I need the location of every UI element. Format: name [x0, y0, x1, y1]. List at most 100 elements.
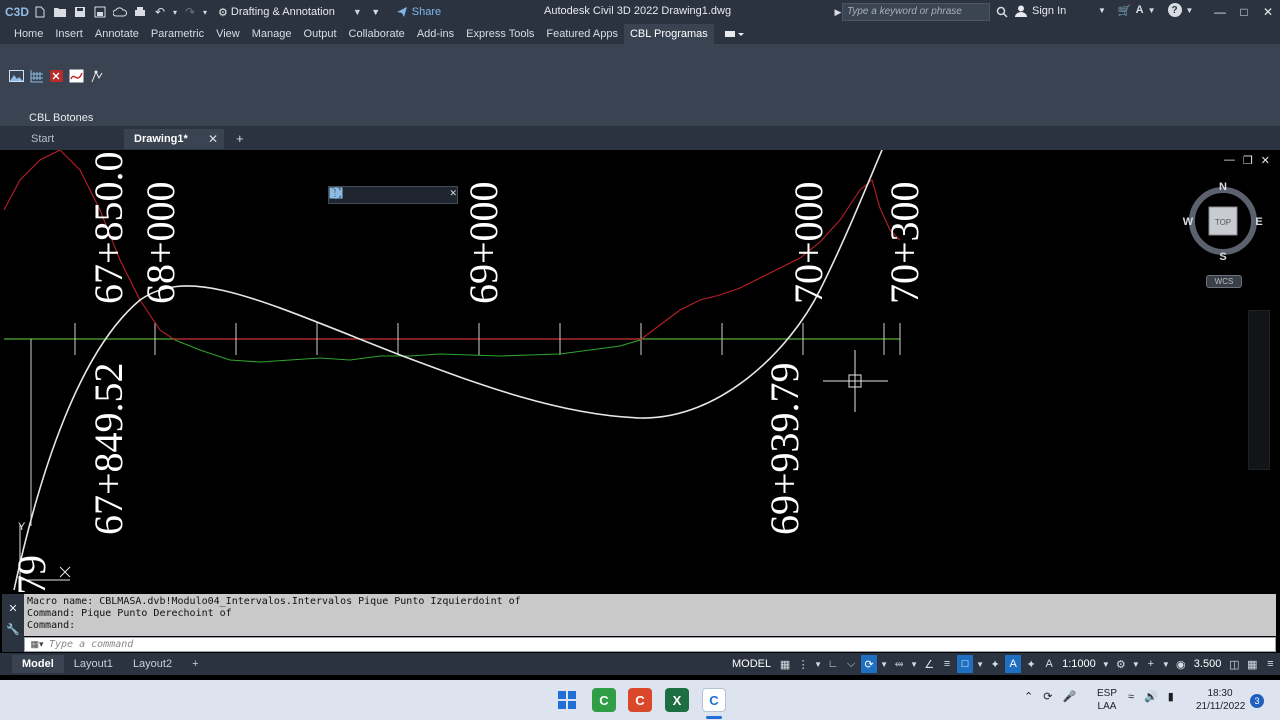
- redo-dropdown-icon[interactable]: ▾: [200, 2, 210, 22]
- add-scale-icon[interactable]: +: [1143, 655, 1159, 673]
- isolate-icon[interactable]: ◉: [1173, 655, 1189, 673]
- camtasia-red-icon[interactable]: C: [628, 688, 652, 712]
- snap-icon[interactable]: ⋮: [795, 655, 811, 673]
- volume-icon[interactable]: 🔊: [1144, 690, 1158, 703]
- open-folder-icon[interactable]: [50, 2, 70, 22]
- cloud-open-icon[interactable]: [110, 2, 130, 22]
- tab-layout2[interactable]: Layout2: [123, 655, 182, 673]
- excel-red-icon[interactable]: [48, 68, 64, 84]
- minimize-icon[interactable]: —: [1208, 0, 1232, 24]
- clean-screen-icon[interactable]: ▦: [1244, 655, 1260, 673]
- help-icon[interactable]: ?: [1167, 3, 1182, 17]
- help-dropdown-icon[interactable]: ▼: [1186, 6, 1194, 15]
- dynamic-input-icon[interactable]: ⌵: [843, 655, 859, 673]
- toolbar-target-icon[interactable]: [330, 187, 447, 202]
- search-icon[interactable]: [994, 3, 1010, 21]
- close-tab-icon[interactable]: ✕: [208, 132, 218, 146]
- wifi-icon[interactable]: ≈: [1128, 691, 1134, 703]
- annotation-scale-value[interactable]: 1:1000: [1059, 658, 1099, 670]
- viewport-restore-icon[interactable]: ❐: [1243, 154, 1253, 167]
- tab-insert[interactable]: Insert: [49, 24, 89, 44]
- annotation-visibility-icon[interactable]: A: [1005, 655, 1022, 673]
- tab-model[interactable]: Model: [12, 655, 64, 673]
- toolbar-bar-icon[interactable]: [331, 188, 414, 202]
- lineweight-icon[interactable]: ≡: [939, 655, 955, 673]
- sign-in-button[interactable]: Sign In: [1014, 4, 1066, 18]
- new-tab-plus-icon[interactable]: +: [236, 131, 244, 146]
- polar-dropdown-icon[interactable]: ▼: [879, 655, 889, 673]
- language-indicator[interactable]: ESP LAA: [1096, 687, 1118, 713]
- tab-parametric[interactable]: Parametric: [145, 24, 210, 44]
- compass-north[interactable]: N: [1219, 181, 1227, 193]
- wcs-dropdown[interactable]: WCS: [1206, 275, 1242, 288]
- grid-chart-icon[interactable]: [28, 68, 44, 84]
- toolbar-close-icon[interactable]: ✕: [449, 188, 457, 202]
- command-close-icon[interactable]: ✕: [8, 602, 17, 615]
- object-snap-tracking-icon[interactable]: ∠: [921, 655, 937, 673]
- tab-collaborate[interactable]: Collaborate: [343, 24, 411, 44]
- drawing-canvas[interactable]: Y 67+850.00 68+000 69+000 70+000 70+300 …: [0, 150, 1280, 592]
- graphics-performance-icon[interactable]: ◫: [1226, 655, 1242, 673]
- tab-drawing1[interactable]: Drawing1* ✕: [124, 129, 224, 149]
- undo-dropdown-icon[interactable]: ▾: [170, 2, 180, 22]
- windows-start-icon[interactable]: [555, 688, 579, 712]
- navigation-bar[interactable]: [1248, 310, 1270, 470]
- tab-home[interactable]: Home: [8, 24, 49, 44]
- workspace-switcher[interactable]: ⚙ Drafting & Annotation ▼: [214, 3, 366, 21]
- clock[interactable]: 18:30 21/11/2022: [1196, 687, 1245, 713]
- isodraft-icon[interactable]: ⥈: [891, 655, 907, 673]
- save-icon[interactable]: [70, 2, 90, 22]
- sync-icon[interactable]: ⟳: [1043, 690, 1052, 703]
- camtasia-green-icon[interactable]: C: [592, 688, 616, 712]
- app-logo[interactable]: C3D: [4, 2, 30, 22]
- redo-icon[interactable]: ↷: [180, 2, 200, 22]
- a360-dropdown-icon[interactable]: ▼: [1148, 6, 1156, 15]
- add-layout-icon[interactable]: +: [182, 655, 208, 673]
- annotation-scale-icon[interactable]: A: [1041, 655, 1057, 673]
- excel-icon[interactable]: X: [665, 688, 689, 712]
- infer-constraints-icon[interactable]: ∟: [825, 655, 841, 673]
- osnap-dropdown-icon[interactable]: ▼: [975, 655, 985, 673]
- units-dropdown-icon[interactable]: ▼: [1161, 655, 1171, 673]
- microphone-icon[interactable]: 🎤: [1062, 690, 1076, 703]
- notification-badge[interactable]: 3: [1250, 694, 1264, 708]
- annotation-autoscale-icon[interactable]: ✦: [1023, 655, 1039, 673]
- undo-icon[interactable]: ↶: [150, 2, 170, 22]
- viewport-close-icon[interactable]: ✕: [1261, 154, 1270, 167]
- customize-statusbar-icon[interactable]: ≡: [1262, 655, 1278, 673]
- curve-chart-icon[interactable]: [68, 68, 84, 84]
- decimal-value[interactable]: 3.500: [1191, 658, 1225, 670]
- isodraft-dropdown-icon[interactable]: ▼: [909, 655, 919, 673]
- tab-layout1[interactable]: Layout1: [64, 655, 123, 673]
- transparency-icon[interactable]: ✦: [987, 655, 1003, 673]
- toolbar-interval-icon[interactable]: [330, 188, 380, 202]
- close-icon[interactable]: ✕: [1256, 0, 1280, 24]
- toolbar-pick-icon[interactable]: [331, 188, 397, 202]
- gear-dropdown-icon[interactable]: ▼: [1131, 655, 1141, 673]
- model-space-toggle[interactable]: MODEL: [728, 658, 775, 670]
- civil3d-taskbar-icon[interactable]: C: [702, 688, 726, 712]
- command-customize-icon[interactable]: 🔧: [6, 623, 20, 636]
- tab-start[interactable]: Start: [0, 129, 122, 149]
- polar-tracking-icon[interactable]: ⟳: [861, 655, 878, 673]
- tab-featured-apps[interactable]: Featured Apps: [540, 24, 624, 44]
- tab-annotate[interactable]: Annotate: [89, 24, 145, 44]
- compass-west[interactable]: W: [1183, 216, 1194, 228]
- workspace-gear-icon[interactable]: ⚙: [1113, 655, 1129, 673]
- viewport-minimize-icon[interactable]: —: [1224, 154, 1235, 167]
- command-recent-icon[interactable]: ▦▾: [25, 639, 49, 650]
- signin-dropdown-icon[interactable]: ▼: [1098, 6, 1106, 15]
- tab-cbl-programas[interactable]: CBL Programas: [623, 24, 714, 44]
- new-file-icon[interactable]: [30, 2, 50, 22]
- grid-icon[interactable]: ▦: [777, 655, 793, 673]
- snap-dropdown-icon[interactable]: ▼: [813, 655, 823, 673]
- profile-image-icon[interactable]: [8, 68, 24, 84]
- autodesk-a-icon[interactable]: A: [1136, 4, 1144, 16]
- compass-east[interactable]: E: [1255, 216, 1262, 228]
- compass-south[interactable]: S: [1219, 251, 1226, 263]
- cart-icon[interactable]: 🛒: [1118, 4, 1132, 17]
- toolbar-curve-icon[interactable]: [329, 188, 364, 202]
- object-snap-icon[interactable]: □: [957, 655, 974, 673]
- plot-icon[interactable]: [130, 2, 150, 22]
- tab-view[interactable]: View: [210, 24, 246, 44]
